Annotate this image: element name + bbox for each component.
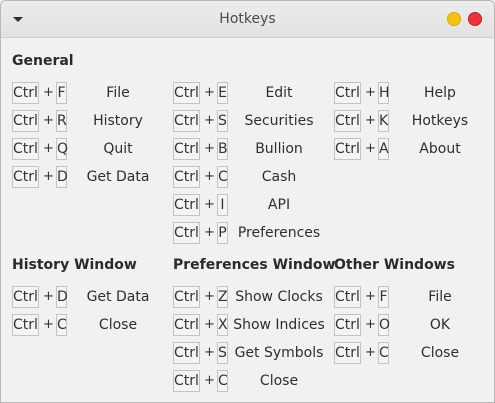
hotkey-action-label: Hotkeys <box>411 113 469 129</box>
ctrl-key-cap: Ctrl <box>173 138 200 160</box>
ctrl-key-cap: Ctrl <box>173 286 200 308</box>
letter-key-cap: I <box>217 194 228 216</box>
ctrl-key-cap: Ctrl <box>173 222 200 244</box>
hotkey-action-label: About <box>419 141 461 157</box>
plus-sign: + <box>204 85 215 100</box>
ctrl-key-cap: Ctrl <box>12 138 39 160</box>
letter-key-cap: R <box>56 110 67 132</box>
letter-key-cap: E <box>217 82 228 104</box>
close-button[interactable] <box>468 12 482 26</box>
ctrl-key-cap: Ctrl <box>334 314 361 336</box>
hotkey-action-label: Get Data <box>86 169 150 185</box>
letter-key-cap: S <box>217 342 228 364</box>
letter-key-cap: B <box>217 138 228 160</box>
letter-key-cap: F <box>378 286 389 308</box>
letter-key-cap: C <box>217 166 228 188</box>
ctrl-key-cap: Ctrl <box>12 314 39 336</box>
letter-key-cap: C <box>217 370 228 392</box>
letter-key-cap: Z <box>217 286 228 308</box>
plus-sign: + <box>204 225 215 240</box>
hotkey-action-label: Preferences <box>237 225 321 241</box>
plus-sign: + <box>204 197 215 212</box>
hotkey-action-label: File <box>428 289 452 305</box>
plus-sign: + <box>204 317 215 332</box>
plus-sign: + <box>365 113 376 128</box>
plus-sign: + <box>204 345 215 360</box>
hotkey-action-label: Get Data <box>86 289 150 305</box>
letter-key-cap: X <box>217 314 228 336</box>
plus-sign: + <box>365 317 376 332</box>
plus-sign: + <box>204 113 215 128</box>
hotkey-action-label: Show Clocks <box>235 289 323 305</box>
ctrl-key-cap: Ctrl <box>173 314 200 336</box>
window-title: Hotkeys <box>219 11 276 27</box>
hotkey-action-label: Close <box>420 345 460 361</box>
plus-sign: + <box>365 85 376 100</box>
hotkey-action-label: Cash <box>261 169 297 185</box>
letter-key-cap: C <box>378 342 389 364</box>
plus-sign: + <box>204 141 215 156</box>
plus-sign: + <box>204 289 215 304</box>
minimize-button[interactable] <box>447 12 461 26</box>
hotkey-action-label: History <box>93 113 143 129</box>
plus-sign: + <box>43 317 54 332</box>
hotkey-action-label: Get Symbols <box>234 345 324 361</box>
plus-sign: + <box>204 373 215 388</box>
ctrl-key-cap: Ctrl <box>173 82 200 104</box>
hotkey-action-label: File <box>106 85 130 101</box>
letter-key-cap: O <box>378 314 390 336</box>
plus-sign: + <box>204 169 215 184</box>
ctrl-key-cap: Ctrl <box>334 82 361 104</box>
hotkey-action-label: API <box>267 197 291 213</box>
hotkey-action-label: Securities <box>244 113 314 129</box>
ctrl-key-cap: Ctrl <box>334 138 361 160</box>
letter-key-cap: H <box>378 82 390 104</box>
plus-sign: + <box>43 289 54 304</box>
ctrl-key-cap: Ctrl <box>334 342 361 364</box>
hotkey-action-label: Close <box>259 373 299 389</box>
letter-key-cap: P <box>217 222 228 244</box>
section-heading-general: General <box>12 53 74 69</box>
ctrl-key-cap: Ctrl <box>173 194 200 216</box>
letter-key-cap: Q <box>56 138 68 160</box>
letter-key-cap: S <box>217 110 228 132</box>
hotkeys-window: Hotkeys General History Window Preferenc… <box>0 0 495 403</box>
ctrl-key-cap: Ctrl <box>173 370 200 392</box>
hotkey-action-label: OK <box>429 317 451 333</box>
ctrl-key-cap: Ctrl <box>173 110 200 132</box>
ctrl-key-cap: Ctrl <box>12 82 39 104</box>
plus-sign: + <box>365 345 376 360</box>
section-heading-other-windows: Other Windows <box>334 257 455 273</box>
hotkey-action-label: Show Indices <box>233 317 325 333</box>
hotkey-action-label: Quit <box>103 141 133 157</box>
letter-key-cap: K <box>378 110 389 132</box>
title-bar: Hotkeys <box>1 1 494 38</box>
ctrl-key-cap: Ctrl <box>334 286 361 308</box>
hotkey-action-label: Edit <box>265 85 293 101</box>
letter-key-cap: D <box>56 166 68 188</box>
plus-sign: + <box>43 85 54 100</box>
hotkey-action-label: Bullion <box>255 141 303 157</box>
letter-key-cap: F <box>56 82 67 104</box>
plus-sign: + <box>43 141 54 156</box>
ctrl-key-cap: Ctrl <box>12 166 39 188</box>
ctrl-key-cap: Ctrl <box>173 342 200 364</box>
hotkey-action-label: Help <box>424 85 456 101</box>
letter-key-cap: C <box>56 314 67 336</box>
plus-sign: + <box>43 113 54 128</box>
plus-sign: + <box>365 289 376 304</box>
ctrl-key-cap: Ctrl <box>12 110 39 132</box>
ctrl-key-cap: Ctrl <box>173 166 200 188</box>
ctrl-key-cap: Ctrl <box>12 286 39 308</box>
hotkey-action-label: Close <box>98 317 138 333</box>
ctrl-key-cap: Ctrl <box>334 110 361 132</box>
letter-key-cap: A <box>378 138 389 160</box>
section-heading-history-window: History Window <box>12 257 137 273</box>
letter-key-cap: D <box>56 286 68 308</box>
section-heading-preferences-window: Preferences Window <box>173 257 336 273</box>
plus-sign: + <box>365 141 376 156</box>
plus-sign: + <box>43 169 54 184</box>
